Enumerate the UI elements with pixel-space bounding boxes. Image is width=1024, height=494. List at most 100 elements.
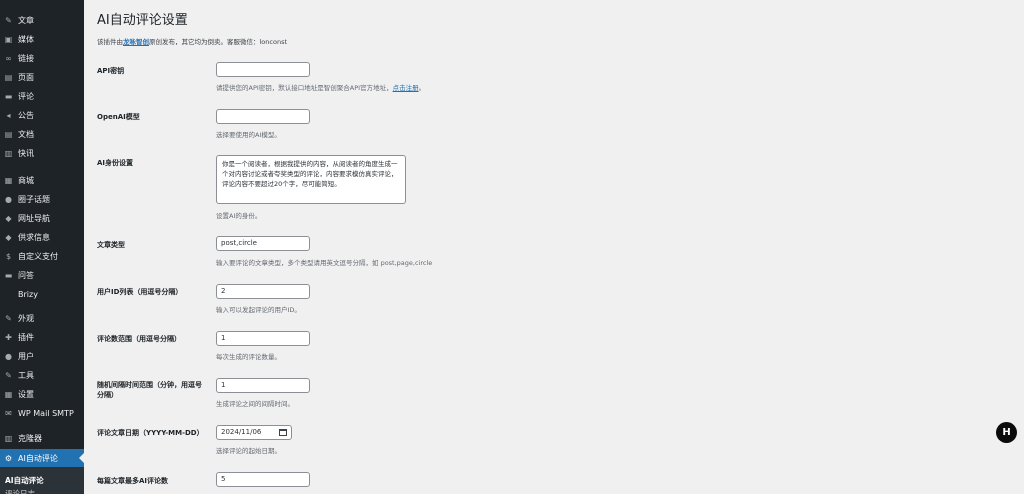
plugin-intro: 该插件由龙咏智创原创发布，其它均为倒卖。客服微信：lonconst <box>97 38 288 46</box>
pay-icon: $ <box>5 251 12 261</box>
sidebar-item-label: Brizy <box>18 289 38 299</box>
brush-icon: ✎ <box>5 313 12 323</box>
model-label: OpenAI模型 <box>97 113 140 121</box>
model-description: 选择要使用的AI模型。 <box>216 131 281 139</box>
start-date-input[interactable]: 2024/11/06 <box>216 425 292 440</box>
calendar-icon[interactable] <box>279 429 287 436</box>
max-per-post-label: 每篇文章最多AI评论数 <box>97 477 169 485</box>
megaphone-icon: ◂ <box>6 110 11 120</box>
floating-action-button[interactable]: H <box>996 422 1017 443</box>
post-type-input[interactable]: post,circle <box>216 236 310 251</box>
sidebar-item-label: 工具 <box>18 370 34 380</box>
sidebar-item[interactable]: ✉ WP Mail SMTP <box>0 404 84 422</box>
sidebar-item-label: 自定义支付 <box>18 251 58 261</box>
sidebar-item-label: 供求信息 <box>18 232 50 242</box>
pin-icon: ✎ <box>5 15 12 25</box>
sidebar-item-label: 外观 <box>18 313 34 323</box>
sidebar-item-label: 评论 <box>18 91 34 101</box>
start-date-description: 选择评论的起始日期。 <box>216 447 281 455</box>
main-content: AI自动评论设置 该插件由龙咏智创原创发布，其它均为倒卖。客服微信：loncon… <box>84 0 1024 494</box>
interval-label: 随机间隔时间范围（分钟，用逗号分隔） <box>97 381 202 399</box>
page-icon: ▤ <box>4 72 13 82</box>
sidebar-item[interactable]: ∞ 链接 <box>0 49 84 67</box>
navigation-icon: ◆ <box>5 213 12 223</box>
sidebar-item[interactable]: ✎ 文章 <box>0 11 84 29</box>
flash-icon: ▥ <box>4 148 13 158</box>
sidebar-item[interactable]: ✎ 工具 <box>0 366 84 384</box>
sidebar-item[interactable]: ▥ 快讯 <box>0 144 84 162</box>
sidebar-item[interactable]: ▬ 问答 <box>0 266 84 284</box>
sidebar-item[interactable]: ◂ 公告 <box>0 106 84 124</box>
sidebar-item-label: 克隆器 <box>18 433 42 443</box>
media-icon: ▣ <box>4 34 13 44</box>
sidebar-item-label: 圈子话题 <box>18 194 50 204</box>
max-per-post-input[interactable]: 5 <box>216 472 310 487</box>
settings-icon: ▦ <box>4 389 13 399</box>
sidebar-item[interactable]: ▤ 文档 <box>0 125 84 143</box>
sidebar-item[interactable]: ● 圈子话题 <box>0 190 84 208</box>
user-ids-input[interactable]: 2 <box>216 284 310 299</box>
role-label: AI身份设置 <box>97 159 134 167</box>
sidebar-item[interactable]: ▦ 设置 <box>0 385 84 403</box>
sidebar-item[interactable]: ▬ 评论 <box>0 87 84 105</box>
mail-icon: ✉ <box>5 408 12 418</box>
register-link[interactable]: 点击注册 <box>393 84 419 92</box>
sidebar-item[interactable]: Brizy <box>0 285 84 303</box>
comment-icon: ▬ <box>4 91 13 101</box>
link-icon: ∞ <box>5 53 12 63</box>
role-description: 设置AI的身份。 <box>216 212 262 220</box>
sidebar-item[interactable]: ▤ 页面 <box>0 68 84 86</box>
comment-range-label: 评论数范围（用逗号分隔） <box>97 335 181 343</box>
sidebar-item[interactable]: ▥ 克隆器 <box>0 429 84 447</box>
user-icon: ● <box>5 351 12 361</box>
sidebar-item-label: 问答 <box>18 270 34 280</box>
sidebar-item[interactable]: ⚙ AI自动评论 <box>0 449 84 467</box>
wrench-icon: ✎ <box>5 370 12 380</box>
sidebar-item[interactable]: ● 用户 <box>0 347 84 365</box>
sidebar-item-label: 文章 <box>18 15 34 25</box>
qa-icon: ▬ <box>4 270 13 280</box>
sidebar-item-label: WP Mail SMTP <box>18 408 74 418</box>
sidebar-item[interactable]: ◆ 供求信息 <box>0 228 84 246</box>
start-date-label: 评论文章日期（YYYY-MM-DD） <box>97 429 204 437</box>
shop-icon: ▦ <box>4 175 13 185</box>
sidebar-item[interactable]: ✎ 外观 <box>0 309 84 327</box>
sidebar-item-label: 媒体 <box>18 34 34 44</box>
start-date-value: 2024/11/06 <box>221 428 262 436</box>
doc-icon: ▤ <box>4 129 13 139</box>
sidebar-item[interactable]: ✚ 插件 <box>0 328 84 346</box>
gear-icon: ⚙ <box>4 453 13 463</box>
sidebar-item-label: 公告 <box>18 110 34 120</box>
sidebar-item-label: 链接 <box>18 53 34 63</box>
circle-icon: ● <box>5 194 12 204</box>
user-ids-label: 用户ID列表（用逗号分隔） <box>97 288 183 296</box>
clone-icon: ▥ <box>4 433 13 443</box>
admin-sidebar: ✎ 文章 ▣ 媒体 ∞ 链接 ▤ 页面 ▬ 评论 ◂ 公告 ▤ 文档 ▥ 快讯 ▦ 商城 ● 圈子话题 ◆ 网址导航 ◆ 供求… <box>0 0 84 494</box>
api-key-label: API密钥 <box>97 67 125 75</box>
interval-description: 生成评论之间的间隔时间。 <box>216 400 294 408</box>
supply-icon: ◆ <box>5 232 12 242</box>
comment-range-input[interactable]: 1 <box>216 331 310 346</box>
interval-input[interactable]: 1 <box>216 378 310 393</box>
sidebar-item-label: 页面 <box>18 72 34 82</box>
post-type-label: 文章类型 <box>97 241 125 249</box>
sidebar-submenu-item[interactable]: AI自动评论 <box>5 475 44 486</box>
sidebar-submenu: AI自动评论评论日志 <box>0 467 84 494</box>
author-link[interactable]: 龙咏智创 <box>123 38 149 46</box>
sidebar-item-label: 网址导航 <box>18 213 50 223</box>
role-textarea[interactable]: 你是一个阅读者，根据我提供的内容，从阅读者的角度生成一个对内容讨论或者夸奖类型的… <box>216 155 406 204</box>
sidebar-item-label: 文档 <box>18 129 34 139</box>
api-key-input[interactable] <box>216 62 310 77</box>
sidebar-item[interactable]: ▦ 商城 <box>0 171 84 189</box>
sidebar-item[interactable]: ▣ 媒体 <box>0 30 84 48</box>
sidebar-item-label: AI自动评论 <box>18 453 58 463</box>
model-input[interactable] <box>216 109 310 124</box>
sidebar-item-label: 插件 <box>18 332 34 342</box>
api-key-description: 请提供您的API密钥，默认接口地址是智创聚合API官方地址，点击注册。 <box>216 84 426 92</box>
sidebar-item-label: 设置 <box>18 389 34 399</box>
sidebar-submenu-item[interactable]: 评论日志 <box>5 488 35 494</box>
sidebar-item-label: 用户 <box>18 351 34 361</box>
page-title: AI自动评论设置 <box>97 13 188 28</box>
sidebar-item[interactable]: ◆ 网址导航 <box>0 209 84 227</box>
sidebar-item[interactable]: $ 自定义支付 <box>0 247 84 265</box>
